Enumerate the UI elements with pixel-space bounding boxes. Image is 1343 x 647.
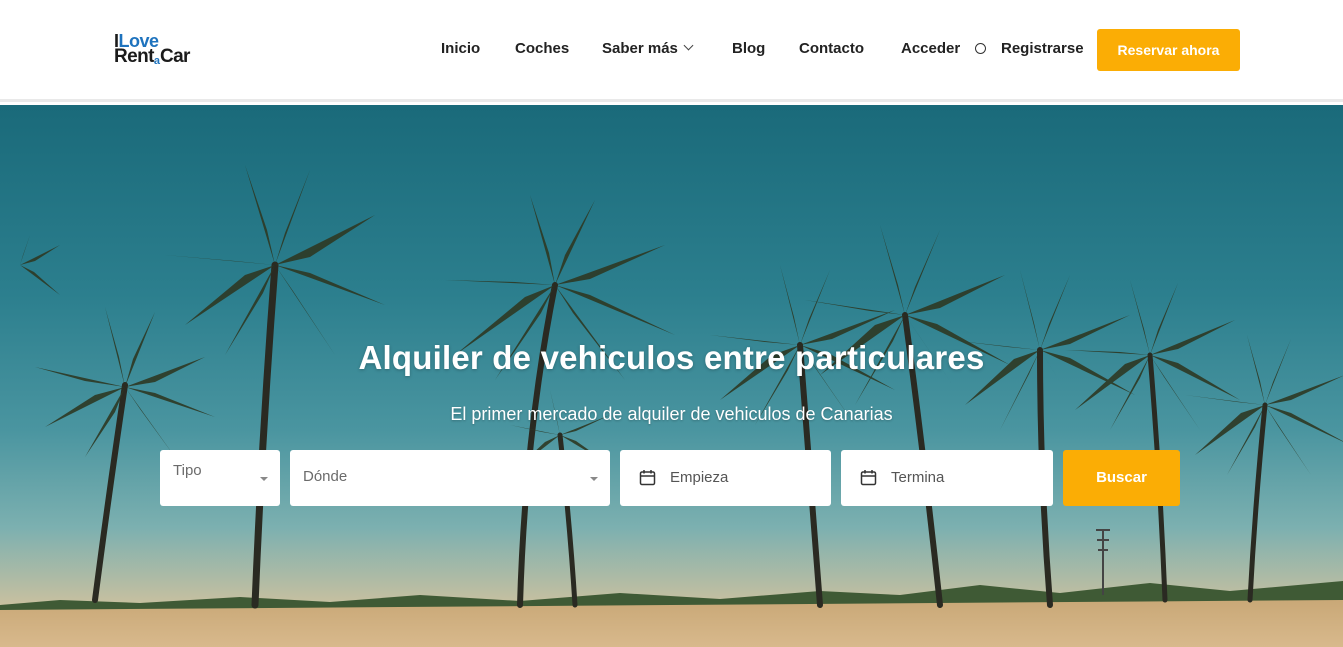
vehicle-type-select[interactable]: Tipo	[160, 450, 280, 506]
end-date-placeholder: Termina	[891, 469, 945, 486]
caret-down-icon	[590, 477, 598, 481]
nav-item-saber-mas-label: Saber más	[602, 40, 678, 57]
chevron-down-icon	[683, 40, 694, 51]
caret-down-icon	[260, 477, 268, 481]
logo-line-2: RentaCar	[114, 46, 190, 70]
hero-section: Alquiler de vehiculos entre particulares…	[0, 105, 1343, 647]
nav-item-coches[interactable]: Coches	[515, 40, 569, 58]
end-date-input[interactable]: Termina	[841, 450, 1053, 506]
calendar-icon	[860, 470, 877, 486]
start-date-input[interactable]: Empieza	[620, 450, 831, 506]
start-date-placeholder: Empieza	[670, 469, 729, 486]
location-select[interactable]: Dónde	[290, 450, 610, 506]
reserve-now-button[interactable]: Reservar ahora	[1097, 29, 1240, 71]
location-placeholder: Dónde	[303, 468, 348, 485]
site-logo[interactable]: ILove RentaCar	[114, 32, 234, 70]
nav-item-saber-mas[interactable]: Saber más	[602, 40, 694, 58]
nav-item-registrarse[interactable]: Registrarse	[1001, 40, 1084, 58]
search-button[interactable]: Buscar	[1063, 450, 1180, 506]
hero-title: Alquiler de vehiculos entre particulares	[358, 339, 985, 376]
calendar-icon	[639, 470, 656, 486]
logo-rent: Rent	[114, 46, 154, 67]
hero-subtitle: El primer mercado de alquiler de vehicul…	[450, 404, 893, 424]
logo-car: Car	[159, 46, 190, 67]
site-header: ILove RentaCar Inicio Coches Saber más B…	[0, 0, 1343, 102]
nav-item-blog[interactable]: Blog	[732, 40, 765, 58]
vehicle-type-placeholder: Tipo	[173, 462, 202, 479]
circle-icon	[975, 43, 986, 54]
nav-item-contacto[interactable]: Contacto	[799, 40, 864, 58]
nav-item-acceder[interactable]: Acceder	[901, 40, 960, 58]
nav-item-inicio[interactable]: Inicio	[441, 40, 480, 58]
